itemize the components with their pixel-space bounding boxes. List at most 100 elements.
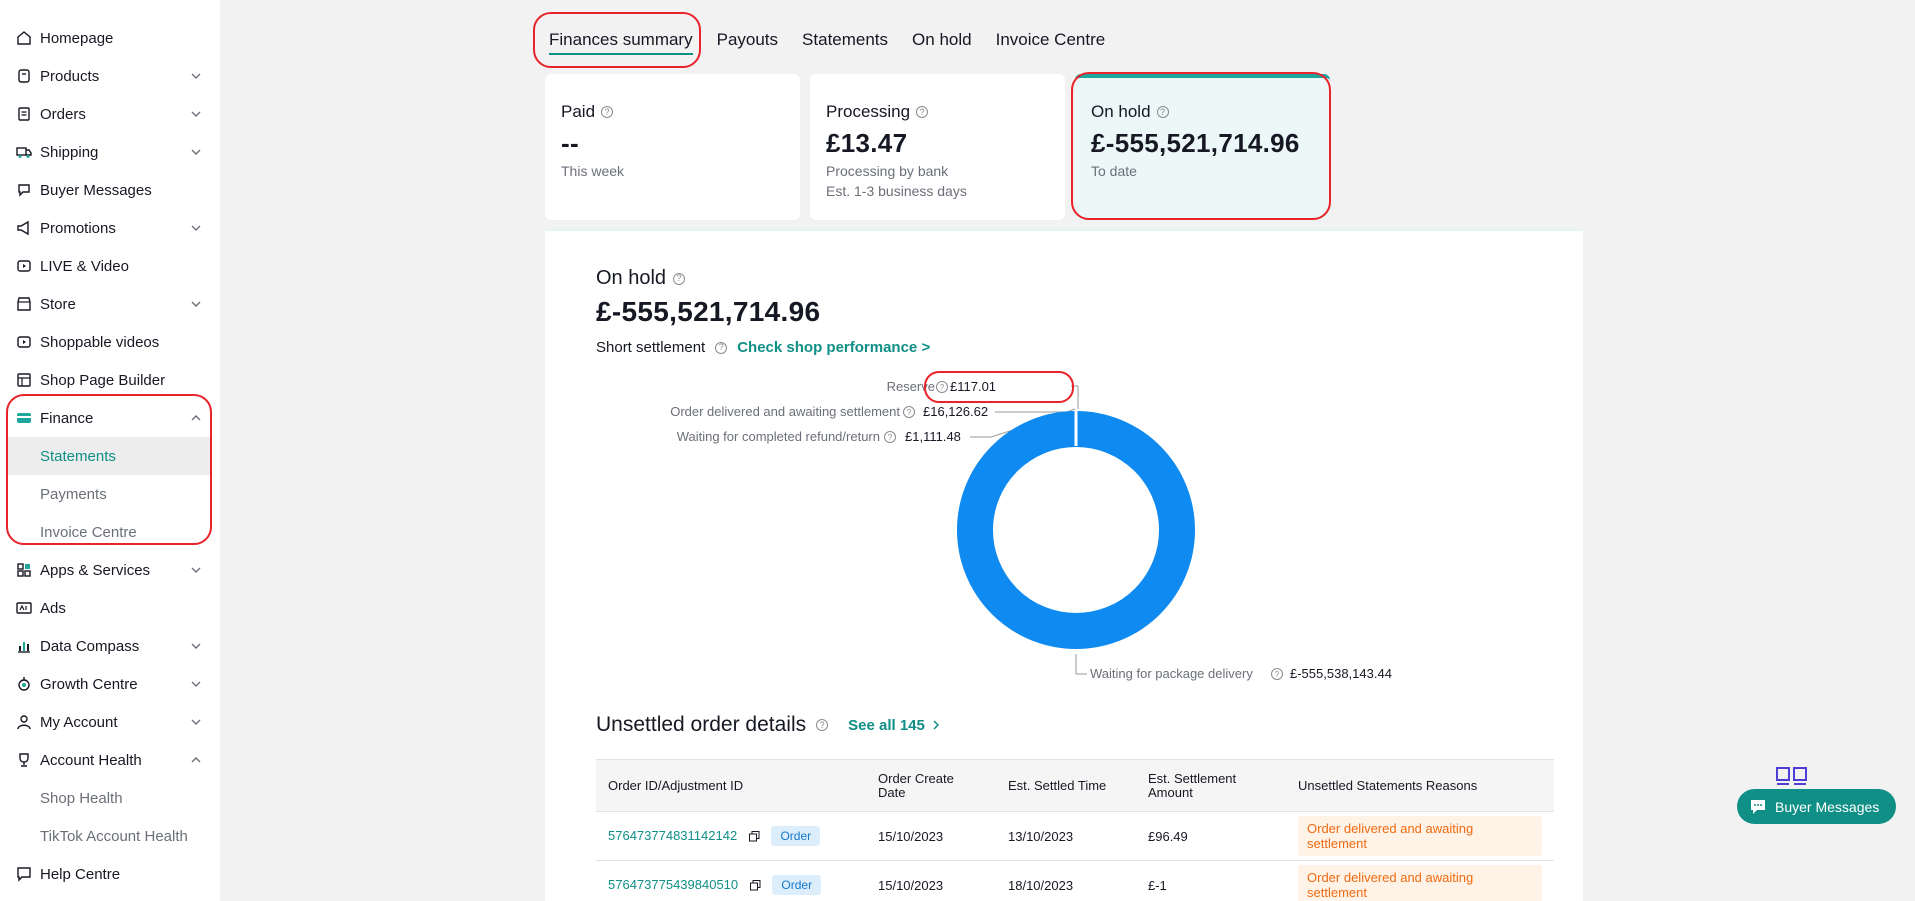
est-settlement-amount: £96.49: [1136, 811, 1286, 861]
awaiting-settlement-label: Order delivered and awaiting settlement: [670, 404, 900, 419]
builder-icon: [16, 372, 32, 388]
on-hold-panel: On hold? £-555,521,714.96 Short settleme…: [545, 228, 1583, 901]
help-icon[interactable]: ?: [673, 272, 686, 285]
tab-statements[interactable]: Statements: [793, 18, 897, 62]
est-settlement-amount: £-1: [1136, 860, 1286, 901]
col-settled-time: Est. Settled Time: [996, 759, 1136, 812]
chat-icon: [16, 182, 32, 198]
order-tag: Order: [771, 826, 821, 846]
buyer-messages-floating-button[interactable]: Buyer Messages: [1737, 789, 1896, 824]
on-hold-value: £-555,521,714.96: [1091, 128, 1300, 158]
copy-icon[interactable]: [749, 880, 761, 891]
on-hold-card[interactable]: On hold? £-555,521,714.96 To date: [1075, 74, 1330, 220]
tab-on-hold[interactable]: On hold: [903, 18, 981, 62]
sidebar-item-label: Homepage: [40, 29, 114, 47]
sidebar-subitem-statements[interactable]: Statements: [8, 437, 212, 475]
chevron-up-icon: [191, 415, 201, 421]
sidebar-item-label: Account Health: [40, 751, 142, 769]
sidebar-item-label: Buyer Messages: [40, 181, 152, 199]
order-id-link[interactable]: 576473774831142142: [608, 828, 737, 843]
sidebar-item-products[interactable]: Products: [0, 57, 220, 95]
ads-icon: [16, 600, 32, 616]
sidebar-item-label: Shipping: [40, 143, 99, 161]
sidebar-item-homepage[interactable]: Homepage: [0, 19, 220, 57]
tab-invoice-centre[interactable]: Invoice Centre: [987, 18, 1115, 62]
sidebar-item-shop-page-builder[interactable]: Shop Page Builder: [0, 361, 220, 399]
megaphone-icon: [16, 220, 32, 236]
reserve-label: Reserve: [887, 379, 935, 394]
products-icon: [16, 68, 32, 84]
chevron-down-icon: [191, 681, 201, 687]
paid-label: Paid: [561, 102, 596, 121]
check-shop-performance-link[interactable]: Check shop performance >: [737, 339, 930, 356]
sidebar-subitem-invoice-centre[interactable]: Invoice Centre: [0, 513, 220, 551]
sidebar-item-apps-services[interactable]: Apps & Services: [0, 551, 220, 589]
sidebar-item-my-account[interactable]: My Account: [0, 703, 220, 741]
sidebar-item-shipping[interactable]: Shipping: [0, 133, 220, 171]
table-row: 576473775439840510 Order 15/10/2023 18/1…: [596, 860, 1554, 901]
video-icon: [16, 258, 32, 274]
unsettled-reason: Order delivered and awaiting settlement: [1298, 816, 1542, 856]
tab-payouts[interactable]: Payouts: [708, 18, 787, 62]
paid-card[interactable]: Paid? -- This week: [545, 74, 800, 220]
sidebar-item-ads[interactable]: Ads: [0, 589, 220, 627]
processing-value: £13.47: [826, 128, 908, 158]
order-create-date: 15/10/2023: [866, 860, 996, 901]
order-id-link[interactable]: 576473775439840510: [608, 877, 738, 892]
see-all-link[interactable]: See all 145: [848, 717, 925, 734]
refund-return-value: £1,111.48: [905, 429, 961, 444]
svg-text:?: ?: [1275, 670, 1280, 679]
sidebar-item-buyer-messages[interactable]: Buyer Messages: [0, 171, 220, 209]
card-icon: [16, 410, 32, 426]
sidebar-item-store[interactable]: Store: [0, 285, 220, 323]
sidebar-item-help-centre[interactable]: Help Centre: [0, 855, 220, 893]
sidebar-item-shoppable-videos[interactable]: Shoppable videos: [0, 323, 220, 361]
help-icon[interactable]: ?: [715, 341, 728, 354]
chevron-down-icon: [191, 567, 201, 573]
help-icon[interactable]: ?: [816, 719, 829, 731]
tab-finances-summary[interactable]: Finances summary: [540, 18, 702, 62]
sidebar-item-finance[interactable]: Finance: [0, 399, 220, 437]
awaiting-settlement-value: £16,126.62: [923, 404, 988, 419]
video-icon: [16, 334, 32, 350]
sidebar-item-growth-centre[interactable]: Growth Centre: [0, 665, 220, 703]
qr-code-icon[interactable]: [1776, 767, 1808, 785]
chevron-down-icon: [191, 643, 201, 649]
sidebar-item-label: Finance: [40, 409, 94, 427]
help-icon[interactable]: ?: [1156, 106, 1169, 118]
chevron-right-icon: [933, 720, 939, 730]
processing-label: Processing: [826, 102, 911, 121]
svg-text:?: ?: [888, 433, 893, 442]
awaiting-leader-line: [995, 408, 1076, 413]
paid-sub: This week: [561, 163, 625, 179]
growth-icon: [16, 676, 32, 692]
sidebar-item-data-compass[interactable]: Data Compass: [0, 627, 220, 665]
processing-card[interactable]: Processing? £13.47 Processing by bank Es…: [810, 74, 1065, 220]
sidebar-item-label: Promotions: [40, 219, 116, 237]
sidebar-item-orders[interactable]: Orders: [0, 95, 220, 133]
chevron-down-icon: [191, 111, 201, 117]
help-icon[interactable]: ?: [916, 106, 929, 118]
help-icon[interactable]: ?: [601, 106, 614, 118]
sidebar-item-promotions[interactable]: Promotions: [0, 209, 220, 247]
chart-icon: [16, 638, 32, 654]
truck-icon: [16, 144, 32, 160]
sidebar-item-account-health[interactable]: Account Health: [0, 741, 220, 779]
on-hold-label: On hold: [1091, 102, 1151, 121]
sidebar-item-label: Store: [40, 295, 76, 313]
sidebar-subitem-shop-health[interactable]: Shop Health: [0, 779, 220, 817]
order-tag: Order: [772, 875, 822, 896]
sidebar-item-label: Orders: [40, 105, 86, 123]
sidebar-item-live-video[interactable]: LIVE & Video: [0, 247, 220, 285]
copy-icon[interactable]: [748, 831, 760, 842]
sidebar-item-label: Shoppable videos: [40, 333, 160, 351]
chevron-down-icon: [191, 719, 201, 725]
buyer-messages-label: Buyer Messages: [1775, 798, 1880, 815]
sidebar-subitem-payments[interactable]: Payments: [0, 475, 220, 513]
reserve-value: £117.01: [950, 379, 996, 394]
col-reasons: Unsettled Statements Reasons: [1286, 759, 1554, 812]
est-settled-time: 13/10/2023: [996, 811, 1136, 861]
chevron-down-icon: [191, 149, 201, 155]
package-delivery-label: Waiting for package delivery: [1090, 666, 1253, 681]
sidebar-subitem-tiktok-account-health[interactable]: TikTok Account Health: [0, 817, 220, 855]
